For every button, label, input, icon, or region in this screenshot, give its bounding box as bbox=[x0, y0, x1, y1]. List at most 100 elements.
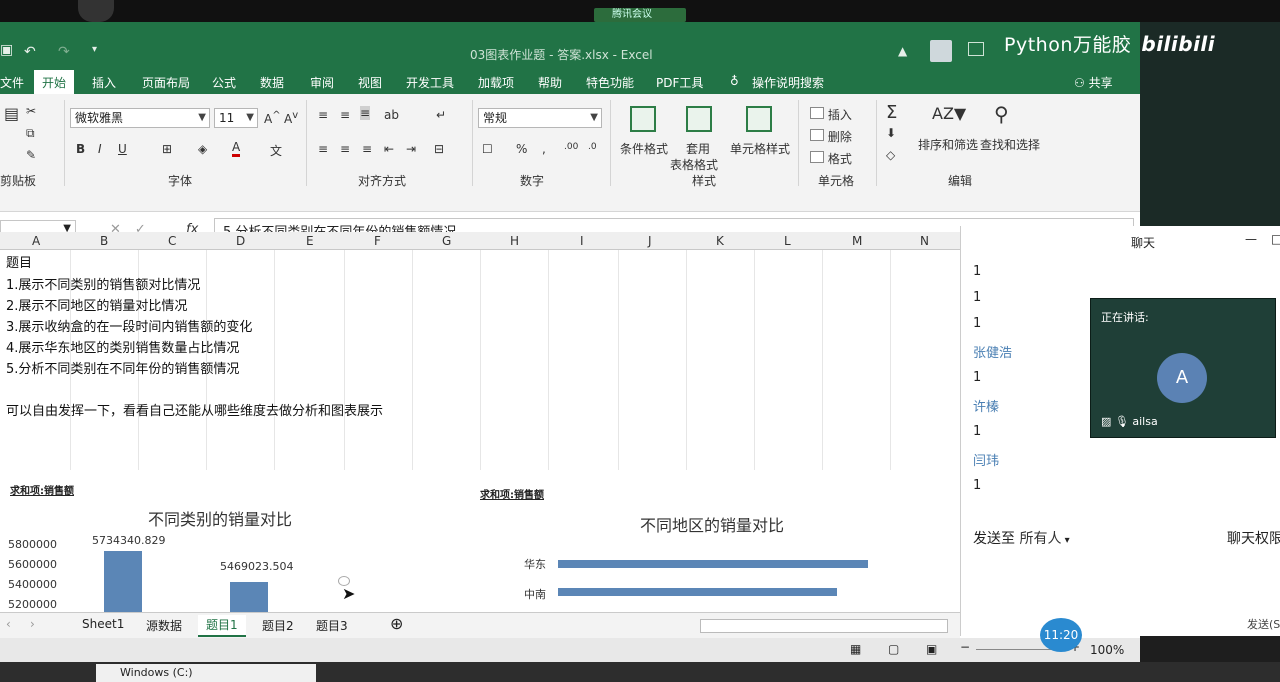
worksheet-grid[interactable]: 题目 1.展示不同类别的销售额对比情况 2.展示不同地区的销量对比情况 3.展示… bbox=[0, 250, 960, 612]
floating-clock[interactable]: 11:20 bbox=[1040, 618, 1082, 652]
cell-styles-button[interactable]: 单元格样式 bbox=[730, 140, 790, 157]
tab-data[interactable]: 数据 bbox=[260, 74, 284, 91]
horizontal-scrollbar[interactable] bbox=[700, 619, 948, 633]
fill-color-icon[interactable]: ◈ bbox=[198, 142, 207, 156]
tab-page-layout[interactable]: 页面布局 bbox=[142, 74, 190, 91]
autosum-icon[interactable]: Σ bbox=[886, 102, 897, 123]
cell-q1[interactable]: 1.展示不同类别的销售额对比情况 bbox=[6, 274, 200, 293]
column-header-b[interactable]: B bbox=[100, 234, 108, 248]
save-icon[interactable]: ▣ bbox=[0, 42, 13, 58]
tab-help[interactable]: 帮助 bbox=[538, 74, 562, 91]
table-format-icon[interactable] bbox=[686, 106, 712, 132]
cell-q3[interactable]: 3.展示收纳盒的在一段时间内销售额的变化 bbox=[6, 316, 252, 335]
column-header-a[interactable]: A bbox=[32, 234, 40, 248]
warning-icon[interactable]: ▲ bbox=[898, 44, 907, 58]
column-header-l[interactable]: L bbox=[784, 234, 791, 248]
sort-filter-button[interactable]: 排序和筛选 bbox=[918, 136, 978, 153]
tab-insert[interactable]: 插入 bbox=[92, 74, 116, 91]
increase-decimal-icon[interactable]: .00 bbox=[564, 142, 578, 152]
cell-q2[interactable]: 2.展示不同地区的销量对比情况 bbox=[6, 295, 187, 314]
delete-cells-button[interactable]: 删除 bbox=[810, 128, 852, 145]
comma-button[interactable]: , bbox=[542, 142, 546, 156]
zoom-level[interactable]: 100% bbox=[1090, 643, 1124, 657]
page-layout-view-icon[interactable]: ▢ bbox=[888, 642, 899, 656]
pivot-field-label-2[interactable]: 求和项:销售额 bbox=[480, 486, 544, 501]
share-button[interactable]: ⚇ 共享 bbox=[1074, 74, 1113, 91]
column-header-f[interactable]: F bbox=[374, 234, 381, 248]
percent-button[interactable]: % bbox=[516, 142, 527, 156]
page-break-view-icon[interactable]: ▣ bbox=[926, 642, 937, 656]
sort-filter-icon[interactable]: AZ▼ bbox=[932, 104, 966, 123]
column-header-h[interactable]: H bbox=[510, 234, 519, 248]
tab-file[interactable]: 文件 bbox=[0, 74, 24, 91]
increase-font-icon[interactable]: A^ bbox=[264, 110, 281, 126]
maximize-icon[interactable]: □ bbox=[1271, 232, 1280, 246]
table-format-label-2[interactable]: 表格格式 bbox=[670, 156, 718, 173]
column-header-g[interactable]: G bbox=[442, 234, 451, 248]
font-name-select[interactable]: 微软雅黑 ▼ bbox=[70, 108, 210, 128]
align-right-icon[interactable]: ≡ bbox=[362, 142, 372, 156]
tab-review[interactable]: 审阅 bbox=[310, 74, 334, 91]
tell-me-search[interactable]: 操作说明搜索 bbox=[752, 74, 824, 91]
normal-view-icon[interactable]: ▦ bbox=[850, 642, 861, 656]
orientation-icon[interactable]: ab bbox=[384, 108, 399, 122]
column-header-c[interactable]: C bbox=[168, 234, 176, 248]
chart-1-bar[interactable] bbox=[230, 581, 268, 612]
align-left-icon[interactable]: ≡ bbox=[318, 142, 328, 156]
add-sheet-button[interactable]: ⊕ bbox=[390, 614, 403, 633]
font-color-icon[interactable]: A bbox=[232, 140, 241, 157]
tab-home[interactable]: 开始 bbox=[34, 70, 75, 94]
align-bottom-icon[interactable]: ≡ bbox=[360, 106, 371, 120]
decrease-font-icon[interactable]: Av bbox=[284, 110, 298, 126]
insert-cells-button[interactable]: 插入 bbox=[810, 106, 852, 123]
sheet-tab-q3[interactable]: 题目3 bbox=[316, 617, 348, 634]
column-header-n[interactable]: N bbox=[920, 234, 929, 248]
tab-pdf-tools[interactable]: PDF工具 bbox=[656, 74, 703, 91]
conditional-format-icon[interactable] bbox=[630, 106, 656, 132]
cell-styles-icon[interactable] bbox=[746, 106, 772, 132]
minimize-icon[interactable]: — bbox=[1245, 232, 1257, 246]
drive-window[interactable]: Windows (C:) bbox=[96, 664, 316, 682]
pivot-field-label-1[interactable]: 求和项:销售额 bbox=[10, 482, 74, 497]
redo-icon[interactable]: ↷ bbox=[58, 44, 70, 60]
decrease-decimal-icon[interactable]: .0 bbox=[588, 142, 597, 152]
fill-icon[interactable]: ⬇ bbox=[886, 126, 896, 140]
paste-icon[interactable]: ▤ bbox=[4, 104, 19, 123]
speaker-video-window[interactable]: 正在讲话: A ▨ 🎙 ailsa bbox=[1090, 298, 1276, 438]
merge-center-icon[interactable]: ⊟ bbox=[434, 142, 444, 156]
sheet-tab-q1[interactable]: 题目1 bbox=[198, 615, 246, 637]
tab-formulas[interactable]: 公式 bbox=[212, 74, 236, 91]
chart-2-bar[interactable] bbox=[558, 588, 837, 596]
column-header-i[interactable]: I bbox=[580, 234, 584, 248]
table-format-label-1[interactable]: 套用 bbox=[686, 140, 710, 157]
align-middle-icon[interactable]: ≡ bbox=[340, 108, 350, 122]
wrap-text-icon[interactable]: ↵ bbox=[436, 108, 446, 122]
column-header-e[interactable]: E bbox=[306, 234, 314, 248]
account-avatar[interactable] bbox=[930, 40, 952, 62]
zoom-out-icon[interactable]: − bbox=[960, 640, 970, 654]
accounting-format-icon[interactable]: ☐ bbox=[482, 142, 493, 156]
column-header-j[interactable]: J bbox=[648, 234, 652, 248]
chart-1-bar[interactable] bbox=[104, 551, 142, 612]
undo-icon[interactable]: ↶ bbox=[24, 44, 36, 60]
number-format-select[interactable]: 常规 ▼ bbox=[478, 108, 602, 128]
scroll-tabs-right-icon[interactable]: › bbox=[30, 617, 35, 631]
format-cells-button[interactable]: 格式 bbox=[810, 150, 852, 167]
column-header-m[interactable]: M bbox=[852, 234, 862, 248]
ribbon-display-options-icon[interactable] bbox=[968, 42, 984, 56]
column-header-d[interactable]: D bbox=[236, 234, 245, 248]
tab-addins[interactable]: 加载项 bbox=[478, 74, 514, 91]
borders-icon[interactable]: ⊞ bbox=[162, 142, 172, 156]
sheet-tab-source[interactable]: 源数据 bbox=[146, 617, 182, 634]
meeting-indicator[interactable]: 腾讯会议 bbox=[594, 8, 686, 22]
format-painter-icon[interactable]: ✎ bbox=[26, 148, 36, 162]
clear-icon[interactable]: ◇ bbox=[886, 148, 895, 162]
cell-q4[interactable]: 4.展示华东地区的类别销售数量占比情况 bbox=[6, 337, 239, 356]
conditional-format-button[interactable]: 条件格式 bbox=[620, 140, 668, 157]
cell-q5[interactable]: 5.分析不同类别在不同年份的销售额情况 bbox=[6, 358, 239, 377]
tab-developer[interactable]: 开发工具 bbox=[406, 74, 454, 91]
chart-2-bar[interactable] bbox=[558, 560, 868, 568]
find-icon[interactable]: ⚲ bbox=[994, 102, 1009, 126]
find-select-button[interactable]: 查找和选择 bbox=[980, 136, 1040, 153]
scroll-tabs-left-icon[interactable]: ‹ bbox=[6, 617, 11, 631]
